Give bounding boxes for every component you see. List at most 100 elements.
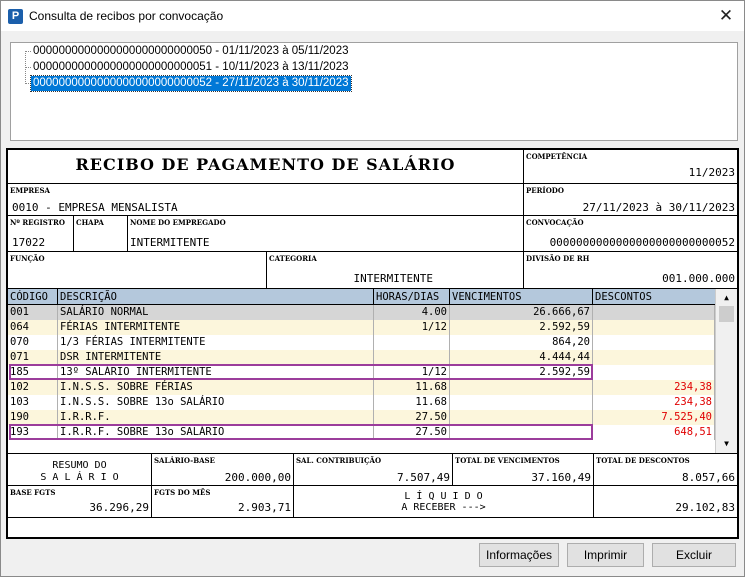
cell-vencimentos: 4.444,44 [450, 350, 593, 365]
cell-descontos [593, 365, 715, 380]
resumo-line1: RESUMO DO [52, 460, 107, 471]
delete-button[interactable]: Excluir [652, 543, 736, 567]
cell-horas: 27.50 [374, 410, 450, 425]
cell-descontos [593, 320, 715, 335]
cell-descricao: DSR INTERMITENTE [58, 350, 374, 365]
close-icon: ✕ [718, 6, 734, 25]
empresa-label: EMPRESA [10, 186, 50, 195]
table-row[interactable]: 064 FÉRIAS INTERMITENTE 1/12 2.592,59 [8, 320, 715, 335]
categoria-label: CATEGORIA [269, 254, 317, 263]
liquido-value: 29.102,83 [675, 501, 735, 514]
receipt-query-window: P Consulta de recibos por convocação ✕ 0… [0, 0, 745, 577]
fgts-mes-cell: FGTS DO MÊS 2.903,71 [152, 486, 294, 518]
title-bar: P Consulta de recibos por convocação ✕ [1, 1, 744, 31]
cell-codigo: 001 [8, 305, 58, 320]
salario-base-cell: SALÁRIO-BASE 200.000,00 [152, 453, 294, 486]
divisao-label: DIVISÃO DE RH [526, 254, 590, 263]
scroll-up-button[interactable]: ▲ [718, 290, 735, 305]
registro-label: Nº REGISTRO [10, 218, 65, 227]
table-row[interactable]: 071 DSR INTERMITENTE 4.444,44 [8, 350, 715, 365]
column-header-horas[interactable]: HORAS/DIAS [374, 289, 450, 305]
cell-codigo: 193 [8, 425, 58, 440]
cell-descricao: I.N.S.S. SOBRE FÉRIAS [58, 380, 374, 395]
sal-contrib-cell: SAL. CONTRIBUIÇÃO 7.507,49 [294, 453, 453, 486]
cell-vencimentos [450, 380, 593, 395]
grid-vertical-scrollbar[interactable]: ▲ ▼ [715, 289, 737, 453]
info-button[interactable]: Informações [479, 543, 559, 567]
arrow-up-icon: ▲ [724, 293, 729, 302]
funcao-label: FUNÇÃO [10, 254, 45, 263]
sal-contrib-label: SAL. CONTRIBUIÇÃO [296, 456, 382, 465]
column-header-descricao[interactable]: DESCRIÇÃO [58, 289, 374, 305]
periodo-cell: PERÍODO 27/11/2023 à 30/11/2023 [524, 184, 737, 216]
tree-item-convocation-50[interactable]: 0000000000000000000000000050 - 01/11/202… [31, 44, 351, 59]
table-row[interactable]: 190 I.R.R.F. 27.50 7.525,40 [8, 410, 715, 425]
print-button[interactable]: Imprimir [567, 543, 644, 567]
cell-vencimentos [450, 395, 593, 410]
cell-horas [374, 335, 450, 350]
nome-value: INTERMITENTE [130, 236, 210, 249]
fgts-mes-label: FGTS DO MÊS [154, 488, 211, 497]
cell-descontos: 7.525,40 [593, 410, 715, 425]
cell-horas: 1/12 [374, 320, 450, 335]
cell-descontos [593, 305, 715, 320]
cell-codigo: 070 [8, 335, 58, 350]
table-row[interactable]: 102 I.N.S.S. SOBRE FÉRIAS 11.68 234,38 [8, 380, 715, 395]
cell-vencimentos: 864,20 [450, 335, 593, 350]
column-header-codigo[interactable]: CÓDIGO [8, 289, 58, 305]
competencia-value: 11/2023 [688, 166, 735, 179]
cell-descontos: 234,38 [593, 395, 715, 410]
cell-descricao: SALÁRIO NORMAL [58, 305, 374, 320]
nome-label: NOME DO EMPREGADO [130, 218, 226, 227]
earnings-grid-header: CÓDIGO DESCRIÇÃO HORAS/DIAS VENCIMENTOS … [8, 289, 715, 305]
cell-descricao: I.R.R.F. SOBRE 13o SALÁRIO [58, 425, 374, 440]
base-fgts-value: 36.296,29 [89, 501, 149, 514]
tree-item-convocation-52[interactable]: 0000000000000000000000000052 - 27/11/202… [30, 75, 352, 92]
convocation-tree[interactable]: 0000000000000000000000000050 - 01/11/202… [10, 42, 738, 141]
cell-codigo: 071 [8, 350, 58, 365]
empresa-value: 0010 - EMPRESA MENSALISTA [12, 201, 178, 214]
cell-descontos: 234,38 [593, 380, 715, 395]
sal-contrib-value: 7.507,49 [397, 471, 450, 484]
funcao-cell: FUNÇÃO [8, 252, 267, 289]
table-row[interactable]: 001 SALÁRIO NORMAL 4.00 26.666,67 [8, 305, 715, 320]
cell-vencimentos: 2.592,59 [450, 320, 593, 335]
chapa-label: CHAPA [76, 218, 104, 227]
liquido-value-cell: 29.102,83 [594, 486, 737, 518]
arrow-down-icon: ▼ [724, 439, 729, 448]
grid-empty-area [8, 440, 715, 453]
cell-horas: 4.00 [374, 305, 450, 320]
payslip-panel: RECIBO DE PAGAMENTO DE SALÁRIO COMPETÊNC… [6, 148, 739, 539]
cell-codigo: 185 [8, 365, 58, 380]
cell-descricao: 1/3 FÉRIAS INTERMITENTE [58, 335, 374, 350]
liquido-cell: L Í Q U I D O A RECEBER ---> [294, 486, 594, 518]
table-row[interactable]: 103 I.N.S.S. SOBRE 13o SALÁRIO 11.68 234,38 [8, 395, 715, 410]
divisao-cell: DIVISÃO DE RH 001.000.000 [524, 252, 737, 289]
resumo-line2: S A L Á R I O [40, 472, 119, 483]
table-row[interactable]: 193 I.R.R.F. SOBRE 13o SALÁRIO 27.50 648,51 [8, 425, 715, 440]
total-venc-label: TOTAL DE VENCIMENTOS [455, 456, 560, 465]
close-button[interactable]: ✕ [714, 5, 738, 27]
divisao-value: 001.000.000 [662, 272, 735, 285]
nome-cell: NOME DO EMPREGADO INTERMITENTE [128, 216, 524, 252]
cell-vencimentos [450, 425, 593, 440]
competencia-label: COMPETÊNCIA [526, 152, 588, 161]
table-row[interactable]: 070 1/3 FÉRIAS INTERMITENTE 864,20 [8, 335, 715, 350]
total-desc-value: 8.057,66 [682, 471, 735, 484]
tree-item-convocation-51[interactable]: 0000000000000000000000000051 - 10/11/202… [31, 60, 351, 75]
payslip-title: RECIBO DE PAGAMENTO DE SALÁRIO [75, 155, 456, 174]
cell-descricao: I.R.R.F. [58, 410, 374, 425]
salario-base-label: SALÁRIO-BASE [154, 456, 215, 465]
column-header-vencimentos[interactable]: VENCIMENTOS [450, 289, 593, 305]
registro-cell: Nº REGISTRO 17022 [8, 216, 74, 252]
cell-descricao: 13º SALÁRIO INTERMITENTE [58, 365, 374, 380]
chapa-cell: CHAPA [74, 216, 128, 252]
scroll-down-button[interactable]: ▼ [718, 436, 735, 451]
registro-value: 17022 [12, 236, 46, 249]
convocacao-label: CONVOCAÇÃO [526, 218, 584, 227]
cell-horas: 11.68 [374, 395, 450, 410]
table-row[interactable]: 185 13º SALÁRIO INTERMITENTE 1/12 2.592,59 [8, 365, 715, 380]
cell-descontos: 648,51 [593, 425, 715, 440]
scroll-thumb[interactable] [719, 306, 734, 322]
column-header-descontos[interactable]: DESCONTOS [593, 289, 715, 305]
